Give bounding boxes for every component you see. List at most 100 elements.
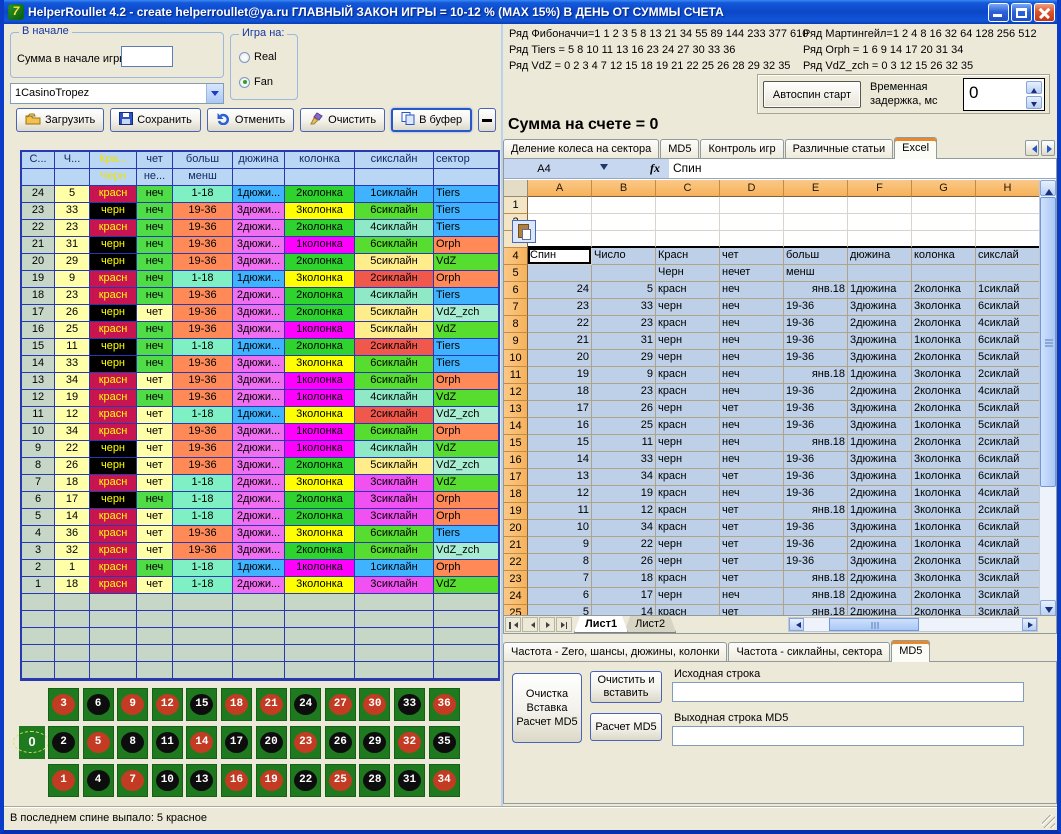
sheet-prev-icon[interactable] <box>522 617 538 632</box>
roulette-cell[interactable]: 29 <box>359 726 390 759</box>
excel-row-header-11[interactable]: 11 <box>504 367 528 384</box>
roulette-cell[interactable]: 35 <box>429 726 460 759</box>
excel-cell[interactable]: 1колонка <box>912 486 976 503</box>
horizontal-scrollbar[interactable] <box>788 617 1038 632</box>
clear-and-insert-button[interactable]: Очистить и вставить <box>590 671 662 703</box>
excel-cell[interactable]: янв.18 <box>784 282 848 299</box>
roulette-cell[interactable]: 23 <box>290 726 321 759</box>
excel-cell[interactable]: 13 <box>528 469 592 486</box>
excel-cell[interactable]: 19-36 <box>784 469 848 486</box>
excel-row-header-10[interactable]: 10 <box>504 350 528 367</box>
sheet-tab-Лист2[interactable]: Лист2 <box>624 616 676 633</box>
excel-cell[interactable]: неч <box>720 333 784 350</box>
excel-cell[interactable] <box>848 214 912 231</box>
excel-cell[interactable]: 1колонка <box>912 469 976 486</box>
formula-input[interactable]: Спин <box>669 159 1056 178</box>
excel-cell[interactable]: 4сиклай <box>976 316 1040 333</box>
excel-corner-cell[interactable] <box>504 180 528 197</box>
excel-cell[interactable]: янв.18 <box>784 571 848 588</box>
excel-cell[interactable]: 23 <box>592 384 656 401</box>
roulette-number-2[interactable]: 2 <box>52 732 75 753</box>
excel-cell[interactable]: 10 <box>528 520 592 537</box>
excel-cell[interactable]: 11 <box>528 503 592 520</box>
excel-cell[interactable]: красн <box>656 503 720 520</box>
excel-cell[interactable]: черн <box>656 299 720 316</box>
excel-column-header-G[interactable]: G <box>912 180 976 197</box>
roulette-number-19[interactable]: 19 <box>260 770 283 791</box>
excel-cell[interactable]: 2сиклай <box>976 503 1040 520</box>
excel-cell[interactable]: 6сиклай <box>976 452 1040 469</box>
excel-cell[interactable]: чет <box>720 248 784 265</box>
excel-cell[interactable]: 3колонка <box>912 503 976 520</box>
roulette-number-1[interactable]: 1 <box>52 770 75 791</box>
excel-cell[interactable]: 3дюжина <box>848 452 912 469</box>
excel-row-header-16[interactable]: 16 <box>504 452 528 469</box>
excel-cell[interactable]: 14 <box>528 452 592 469</box>
roulette-cell[interactable]: 33 <box>394 688 425 721</box>
excel-cell[interactable]: красн <box>656 520 720 537</box>
excel-cell[interactable] <box>528 214 592 231</box>
excel-cell[interactable]: 4сиклай <box>976 384 1040 401</box>
roulette-cell[interactable]: 28 <box>359 764 390 797</box>
roulette-number-22[interactable]: 22 <box>294 770 317 791</box>
tab-main-3[interactable]: Различные статьи <box>785 139 894 159</box>
excel-cell[interactable] <box>976 197 1040 214</box>
excel-cell[interactable] <box>592 214 656 231</box>
roulette-number-34[interactable]: 34 <box>433 770 456 791</box>
roulette-number-6[interactable]: 6 <box>87 694 110 715</box>
excel-cell[interactable]: неч <box>720 282 784 299</box>
excel-cell[interactable]: черн <box>656 452 720 469</box>
excel-cell[interactable]: 34 <box>592 469 656 486</box>
excel-cell[interactable]: неч <box>720 384 784 401</box>
excel-cell[interactable]: 19-36 <box>784 537 848 554</box>
roulette-number-13[interactable]: 13 <box>190 770 213 791</box>
excel-cell[interactable] <box>784 214 848 231</box>
toolbar-button-4[interactable]: В буфер <box>391 108 472 132</box>
excel-cell[interactable]: 3дюжина <box>848 350 912 367</box>
excel-cell[interactable]: больш <box>784 248 848 265</box>
excel-cell[interactable]: неч <box>720 486 784 503</box>
excel-cell[interactable]: красн <box>656 469 720 486</box>
excel-cell[interactable]: черн <box>656 350 720 367</box>
roulette-cell[interactable]: 1 <box>48 764 79 797</box>
excel-row-header-6[interactable]: 6 <box>504 282 528 299</box>
roulette-number-0[interactable]: 0 <box>19 726 45 759</box>
excel-cell[interactable]: чет <box>720 469 784 486</box>
excel-row-header-13[interactable]: 13 <box>504 401 528 418</box>
excel-cell[interactable]: 5сиклай <box>976 418 1040 435</box>
excel-cell[interactable]: 3дюжина <box>848 520 912 537</box>
excel-cell[interactable]: 22 <box>528 316 592 333</box>
roulette-cell[interactable]: 31 <box>394 764 425 797</box>
excel-cell[interactable]: янв.18 <box>784 435 848 452</box>
excel-cell[interactable] <box>592 265 656 282</box>
excel-cell[interactable]: 3колонка <box>912 367 976 384</box>
roulette-number-26[interactable]: 26 <box>329 732 352 753</box>
roulette-cell[interactable]: 8 <box>117 726 148 759</box>
delay-spinner[interactable]: 0 <box>963 78 1045 111</box>
excel-row-header-1[interactable]: 1 <box>504 197 528 214</box>
excel-row-header-9[interactable]: 9 <box>504 333 528 350</box>
excel-cell[interactable] <box>720 214 784 231</box>
excel-cell[interactable]: 19-36 <box>784 554 848 571</box>
excel-cell[interactable]: чет <box>720 554 784 571</box>
excel-cell[interactable]: 19 <box>592 486 656 503</box>
hscrollbar-thumb[interactable] <box>829 618 919 631</box>
excel-column-header-A[interactable]: A <box>528 180 592 197</box>
excel-cell[interactable]: чет <box>720 571 784 588</box>
excel-row-header-19[interactable]: 19 <box>504 503 528 520</box>
excel-cell[interactable]: 2колонка <box>912 588 976 605</box>
roulette-number-31[interactable]: 31 <box>398 770 421 791</box>
scroll-up-icon[interactable] <box>1040 180 1056 196</box>
excel-cell[interactable] <box>592 197 656 214</box>
roulette-cell[interactable]: 17 <box>221 726 252 759</box>
excel-cell[interactable]: 3колонка <box>912 299 976 316</box>
excel-cell[interactable]: 3дюжина <box>848 401 912 418</box>
excel-cell[interactable]: 1дюжина <box>848 435 912 452</box>
sheet-next-icon[interactable] <box>539 617 555 632</box>
excel-cell[interactable]: 2дюжина <box>848 384 912 401</box>
excel-cell[interactable]: 6сиклай <box>976 299 1040 316</box>
excel-cell[interactable]: 5сиклай <box>976 401 1040 418</box>
excel-cell[interactable]: 6сиклай <box>976 520 1040 537</box>
excel-cell[interactable]: 19-36 <box>784 452 848 469</box>
excel-cell[interactable]: 24 <box>528 282 592 299</box>
